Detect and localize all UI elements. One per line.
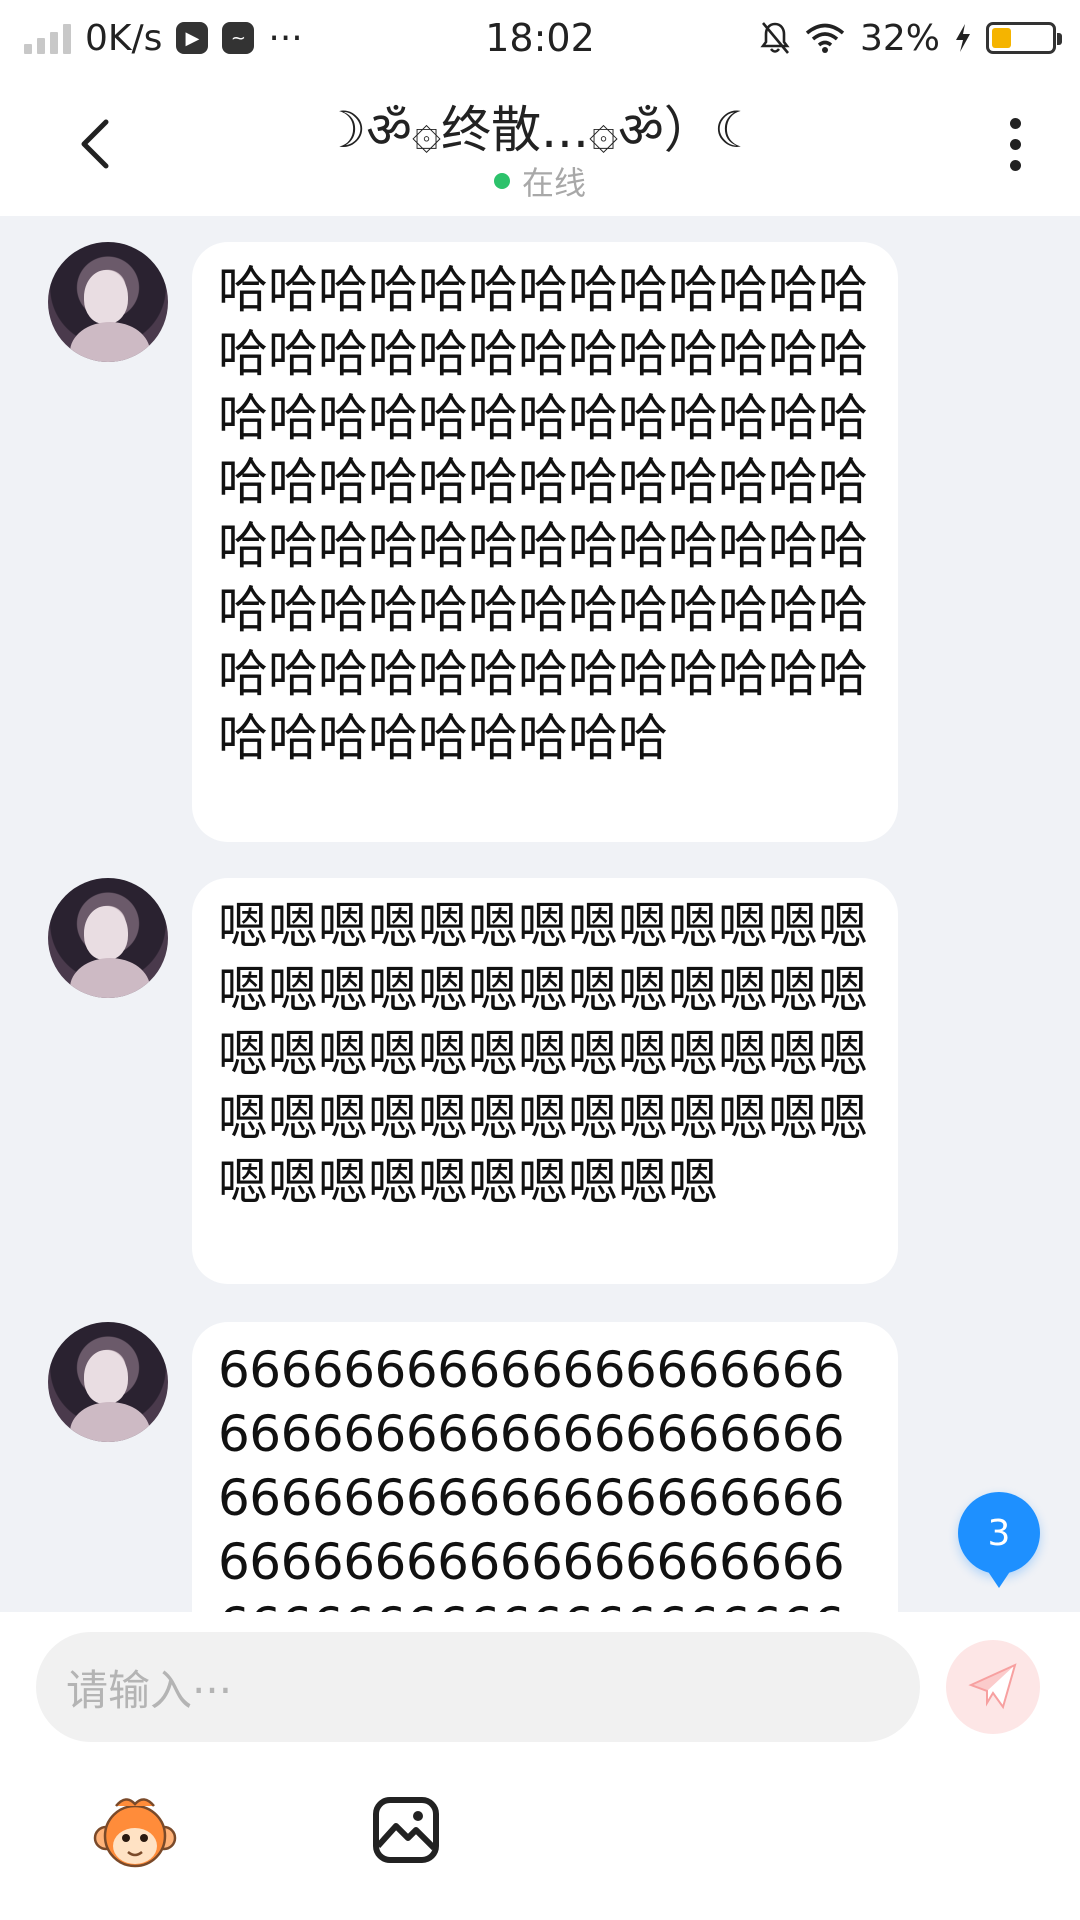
signal-icon (24, 22, 71, 54)
mute-bell-icon (760, 22, 790, 54)
message-text: 6666666666666666666666666666666666666666… (218, 1341, 845, 1612)
message-list[interactable]: 哈哈哈哈哈哈哈哈哈哈哈哈哈哈哈哈哈哈哈哈哈哈哈哈哈哈哈哈哈哈哈哈哈哈哈哈哈哈哈哈… (0, 216, 1080, 1612)
more-options-button[interactable] (990, 104, 1040, 184)
chat-header: ☽ॐ۞终散...۞ॐ）☾ 在线 (0, 76, 1080, 216)
message-bubble[interactable]: 6666666666666666666666666666666666666666… (192, 1322, 898, 1612)
battery-percent: 32% (859, 17, 940, 59)
composer: 请输入··· (0, 1612, 1080, 1920)
message-input[interactable]: 请输入··· (36, 1632, 920, 1742)
avatar[interactable] (48, 878, 168, 998)
message-text: 嗯嗯嗯嗯嗯嗯嗯嗯嗯嗯嗯嗯嗯嗯嗯嗯嗯嗯嗯嗯嗯嗯嗯嗯嗯嗯嗯嗯嗯嗯嗯嗯嗯嗯嗯嗯嗯嗯嗯嗯… (218, 897, 868, 1211)
avatar[interactable] (48, 1322, 168, 1442)
image-picker-button[interactable] (372, 1796, 440, 1864)
status-bar: 0K/s ▶ ~ ··· 18:02 32% (0, 0, 1080, 76)
contact-name: ☽ॐ۞终散...۞ॐ）☾ (321, 101, 759, 159)
charging-icon (956, 24, 970, 52)
message-bubble[interactable]: 哈哈哈哈哈哈哈哈哈哈哈哈哈哈哈哈哈哈哈哈哈哈哈哈哈哈哈哈哈哈哈哈哈哈哈哈哈哈哈哈… (192, 242, 898, 842)
net-speed: 0K/s (85, 17, 163, 59)
online-dot-icon (493, 173, 510, 189)
send-button[interactable] (946, 1640, 1040, 1734)
message-text: 哈哈哈哈哈哈哈哈哈哈哈哈哈哈哈哈哈哈哈哈哈哈哈哈哈哈哈哈哈哈哈哈哈哈哈哈哈哈哈哈… (218, 261, 868, 767)
avatar[interactable] (48, 242, 168, 362)
unread-count-badge[interactable]: 3 (958, 1492, 1040, 1588)
message-bubble[interactable]: 嗯嗯嗯嗯嗯嗯嗯嗯嗯嗯嗯嗯嗯嗯嗯嗯嗯嗯嗯嗯嗯嗯嗯嗯嗯嗯嗯嗯嗯嗯嗯嗯嗯嗯嗯嗯嗯嗯嗯嗯… (192, 878, 898, 1284)
battery-icon (986, 22, 1062, 54)
online-status-label: 在线 (521, 164, 586, 202)
monkey-emoji-icon (93, 1798, 177, 1868)
send-icon (968, 1663, 1017, 1710)
wifi-icon (805, 23, 845, 53)
app-notification-icon: ~ (222, 22, 255, 54)
image-icon (373, 1797, 439, 1863)
online-status: 在线 (0, 158, 1080, 204)
chat-screen: 0K/s ▶ ~ ··· 18:02 32% ☽ॐ۞终散...۞ॐ）☾ 在线 哈… (0, 0, 1080, 1920)
player-icon: ▶ (176, 22, 209, 54)
more-notifications-icon: ··· (268, 17, 303, 59)
battery-level (992, 28, 1011, 48)
emoji-button[interactable] (92, 1792, 178, 1878)
status-right: 32% (760, 17, 1062, 59)
status-left: 0K/s ▶ ~ ··· (24, 18, 303, 59)
